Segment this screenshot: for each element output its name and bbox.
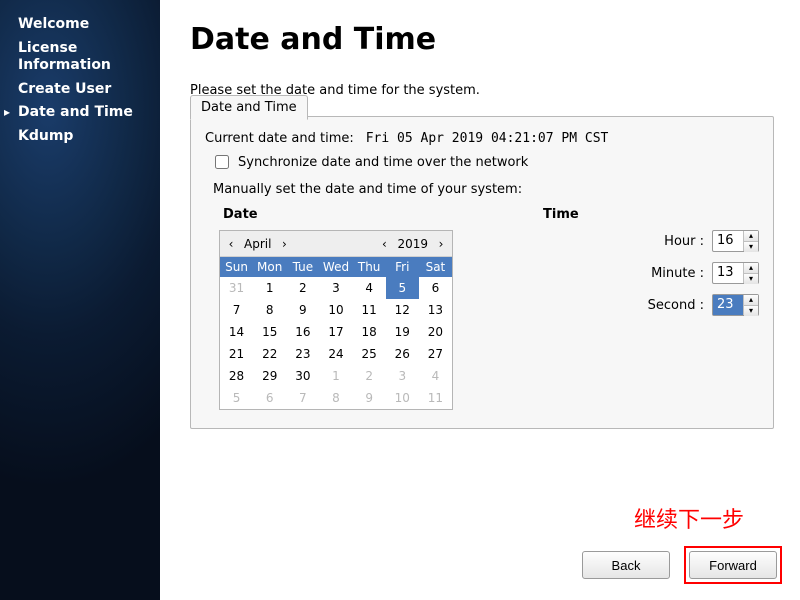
hour-label: Hour : <box>612 234 704 249</box>
calendar-day[interactable]: 31 <box>220 277 253 299</box>
hour-value[interactable]: 16 <box>713 231 743 251</box>
tab-date-and-time[interactable]: Date and Time <box>190 95 308 120</box>
manual-set-label: Manually set the date and time of your s… <box>213 182 759 197</box>
calendar-day[interactable]: 15 <box>253 321 286 343</box>
calendar-day[interactable]: 10 <box>319 299 352 321</box>
second-value[interactable]: 23 <box>713 295 743 315</box>
sidebar-item-license-information[interactable]: License Information <box>18 40 150 75</box>
calendar-day[interactable]: 21 <box>220 343 253 365</box>
calendar-month-label[interactable]: April <box>238 237 277 251</box>
current-datetime-label: Current date and time: <box>205 131 354 146</box>
calendar-day[interactable]: 9 <box>353 387 386 409</box>
calendar-weekday: Tue <box>286 257 319 277</box>
minute-spinner[interactable]: 13 ▴▾ <box>712 262 759 284</box>
calendar-day[interactable]: 4 <box>419 365 452 387</box>
calendar-day[interactable]: 26 <box>386 343 419 365</box>
calendar-day[interactable]: 19 <box>386 321 419 343</box>
date-section-label: Date <box>223 207 509 222</box>
calendar-day[interactable]: 8 <box>253 299 286 321</box>
next-year-button[interactable]: › <box>434 237 448 251</box>
calendar: ‹ April › ‹ 2019 › SunMonTueWedThuFriSat… <box>219 230 453 410</box>
calendar-day[interactable]: 2 <box>286 277 319 299</box>
calendar-day[interactable]: 25 <box>353 343 386 365</box>
second-label: Second : <box>612 298 704 313</box>
calendar-day[interactable]: 28 <box>220 365 253 387</box>
calendar-day[interactable]: 8 <box>319 387 352 409</box>
calendar-day[interactable]: 17 <box>319 321 352 343</box>
time-section-label: Time <box>543 207 759 222</box>
prev-month-button[interactable]: ‹ <box>224 237 238 251</box>
second-up-button[interactable]: ▴ <box>744 295 758 306</box>
calendar-day[interactable]: 20 <box>419 321 452 343</box>
second-down-button[interactable]: ▾ <box>744 306 758 316</box>
calendar-day[interactable]: 7 <box>220 299 253 321</box>
current-datetime-text: Fri 05 Apr 2019 04:21:07 PM CST <box>366 131 609 146</box>
calendar-day[interactable]: 14 <box>220 321 253 343</box>
calendar-weekday: Sat <box>419 257 452 277</box>
minute-up-button[interactable]: ▴ <box>744 263 758 274</box>
calendar-day[interactable]: 4 <box>353 277 386 299</box>
calendar-year-label[interactable]: 2019 <box>391 237 434 251</box>
sync-network-checkbox[interactable] <box>215 155 229 169</box>
main-panel: Date and Time Please set the date and ti… <box>160 0 800 600</box>
calendar-day[interactable]: 2 <box>353 365 386 387</box>
calendar-weekday: Thu <box>353 257 386 277</box>
calendar-day[interactable]: 30 <box>286 365 319 387</box>
current-datetime-row: Current date and time: Fri 05 Apr 2019 0… <box>205 131 759 146</box>
calendar-day[interactable]: 23 <box>286 343 319 365</box>
forward-button[interactable]: Forward <box>689 551 777 579</box>
hour-spinner[interactable]: 16 ▴▾ <box>712 230 759 252</box>
forward-highlight: Forward <box>684 546 782 584</box>
hour-down-button[interactable]: ▾ <box>744 242 758 252</box>
calendar-day[interactable]: 18 <box>353 321 386 343</box>
calendar-day[interactable]: 16 <box>286 321 319 343</box>
calendar-weekday: Fri <box>386 257 419 277</box>
calendar-day[interactable]: 11 <box>353 299 386 321</box>
calendar-weekday: Sun <box>220 257 253 277</box>
calendar-weekday: Mon <box>253 257 286 277</box>
calendar-day[interactable]: 1 <box>319 365 352 387</box>
calendar-day[interactable]: 1 <box>253 277 286 299</box>
next-month-button[interactable]: › <box>277 237 291 251</box>
sync-network-label: Synchronize date and time over the netwo… <box>238 155 528 170</box>
calendar-day[interactable]: 12 <box>386 299 419 321</box>
sidebar-item-date-and-time[interactable]: Date and Time <box>18 104 150 122</box>
calendar-day[interactable]: 5 <box>386 277 419 299</box>
calendar-day[interactable]: 6 <box>253 387 286 409</box>
calendar-day[interactable]: 6 <box>419 277 452 299</box>
minute-value[interactable]: 13 <box>713 263 743 283</box>
minute-label: Minute : <box>612 266 704 281</box>
calendar-day[interactable]: 29 <box>253 365 286 387</box>
sidebar-item-kdump[interactable]: Kdump <box>18 128 150 146</box>
back-button[interactable]: Back <box>582 551 670 579</box>
calendar-day[interactable]: 10 <box>386 387 419 409</box>
calendar-day[interactable]: 3 <box>319 277 352 299</box>
calendar-day[interactable]: 27 <box>419 343 452 365</box>
datetime-frame: Date and Time Current date and time: Fri… <box>190 116 774 429</box>
second-spinner[interactable]: 23 ▴▾ <box>712 294 759 316</box>
calendar-weekday: Wed <box>319 257 352 277</box>
hour-up-button[interactable]: ▴ <box>744 231 758 242</box>
minute-down-button[interactable]: ▾ <box>744 274 758 284</box>
sidebar-item-create-user[interactable]: Create User <box>18 81 150 99</box>
calendar-day[interactable]: 22 <box>253 343 286 365</box>
calendar-day[interactable]: 24 <box>319 343 352 365</box>
setup-steps-sidebar: Welcome License Information Create User … <box>0 0 160 600</box>
current-datetime-value <box>358 131 366 146</box>
calendar-day[interactable]: 11 <box>419 387 452 409</box>
calendar-day[interactable]: 5 <box>220 387 253 409</box>
calendar-grid: SunMonTueWedThuFriSat 311234567891011121… <box>220 257 452 409</box>
calendar-day[interactable]: 9 <box>286 299 319 321</box>
calendar-day[interactable]: 13 <box>419 299 452 321</box>
calendar-day[interactable]: 7 <box>286 387 319 409</box>
annotation-text: 继续下一步 <box>634 502 744 534</box>
sidebar-item-welcome[interactable]: Welcome <box>18 16 150 34</box>
prev-year-button[interactable]: ‹ <box>377 237 391 251</box>
page-title: Date and Time <box>190 22 774 57</box>
calendar-day[interactable]: 3 <box>386 365 419 387</box>
